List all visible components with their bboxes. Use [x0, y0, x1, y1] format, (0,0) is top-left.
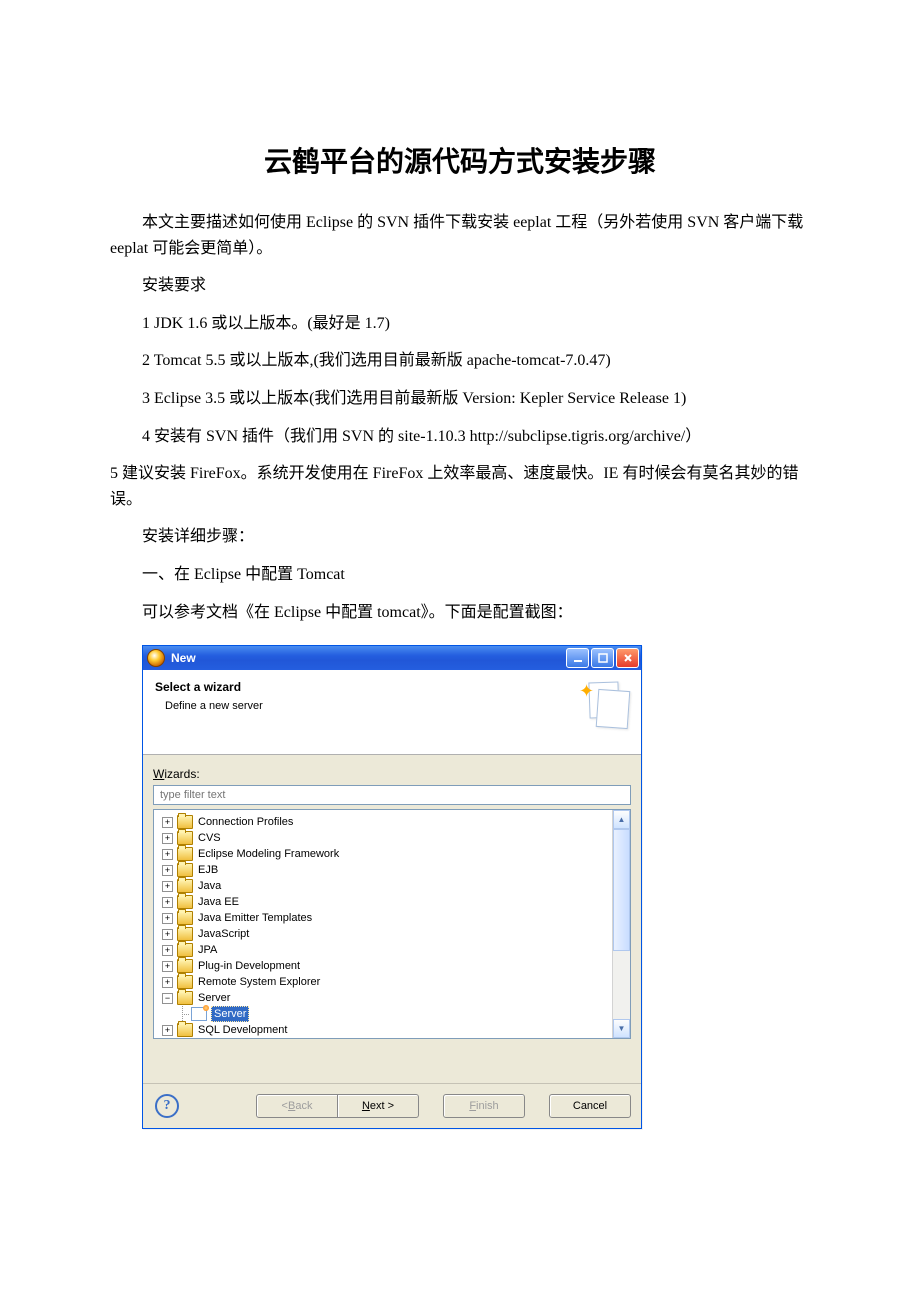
tree-folder-node[interactable]: + EJB [162, 862, 612, 878]
cancel-button[interactable]: Cancel [549, 1094, 631, 1118]
expand-icon[interactable]: + [162, 1025, 173, 1036]
tree-node-label: Java [197, 878, 222, 894]
app-icon [147, 649, 165, 667]
paragraph: 2 Tomcat 5.5 或以上版本,(我们选用目前最新版 apache-tom… [110, 348, 810, 374]
tree-folder-node[interactable]: − Server [162, 990, 612, 1006]
paragraph: 3 Eclipse 3.5 或以上版本(我们选用目前最新版 Version: K… [110, 386, 810, 412]
folder-icon [177, 831, 193, 845]
titlebar[interactable]: New [143, 646, 641, 670]
button-row: ? < Back Next > Finish Cancel [143, 1083, 641, 1128]
filter-input[interactable] [153, 785, 631, 805]
tree-folder-node[interactable]: + JPA [162, 942, 612, 958]
tree-folder-node[interactable]: + Java Emitter Templates [162, 910, 612, 926]
expand-icon[interactable]: + [162, 897, 173, 908]
paragraph: 一、在 Eclipse 中配置 Tomcat [110, 562, 810, 588]
tree-leaf-node[interactable]: Server [162, 1006, 612, 1022]
tree-folder-node[interactable]: + Java [162, 878, 612, 894]
expand-icon[interactable]: + [162, 865, 173, 876]
folder-icon [177, 943, 193, 957]
tree-node-label: Server [197, 990, 231, 1006]
tree-node-label: JavaScript [197, 926, 250, 942]
tree-node-label: Eclipse Modeling Framework [197, 846, 340, 862]
new-server-icon [191, 1007, 207, 1021]
paragraph: 4 安装有 SVN 插件（我们用 SVN 的 site-1.10.3 http:… [110, 424, 810, 450]
folder-icon [177, 911, 193, 925]
document-page: 云鹤平台的源代码方式安装步骤 本文主要描述如何使用 Eclipse 的 SVN … [0, 0, 920, 1209]
tree-line-icon [178, 1010, 187, 1019]
tree-folder-node[interactable]: + Eclipse Modeling Framework [162, 846, 612, 862]
paragraph: 1 JDK 1.6 或以上版本。(最好是 1.7) [110, 311, 810, 337]
scroll-up-button[interactable]: ▲ [613, 810, 630, 829]
folder-icon [177, 975, 193, 989]
paragraph: 本文主要描述如何使用 Eclipse 的 SVN 插件下载安装 eeplat 工… [110, 210, 810, 261]
tree-folder-node[interactable]: + SQL Development [162, 1022, 612, 1038]
wizard-tree[interactable]: + Connection Profiles + CVS + Eclipse Modelin… [154, 810, 612, 1038]
scrollbar[interactable]: ▲ ▼ [612, 810, 630, 1038]
document-title: 云鹤平台的源代码方式安装步骤 [110, 140, 810, 180]
wizards-label: Wizards: [153, 767, 631, 781]
expand-icon[interactable]: + [162, 913, 173, 924]
tree-node-label: Remote System Explorer [197, 974, 321, 990]
expand-icon[interactable]: + [162, 929, 173, 940]
wizard-body: Wizards: + Connection Profiles + CVS + Eclips… [143, 755, 641, 1083]
tree-node-label: Plug-in Development [197, 958, 301, 974]
wizard-dialog: New Select a wizard Define a new server [142, 645, 642, 1129]
paragraph: 安装要求 [110, 273, 810, 299]
tree-node-label: Connection Profiles [197, 814, 294, 830]
wizard-tree-wrap: + Connection Profiles + CVS + Eclipse Modelin… [153, 809, 631, 1039]
window-title: New [171, 651, 196, 665]
folder-icon [177, 879, 193, 893]
expand-icon[interactable]: + [162, 849, 173, 860]
expand-icon[interactable]: + [162, 977, 173, 988]
expand-icon[interactable]: + [162, 817, 173, 828]
expand-icon[interactable]: + [162, 881, 173, 892]
folder-icon [177, 847, 193, 861]
tree-node-label: EJB [197, 862, 219, 878]
folder-icon [177, 927, 193, 941]
tree-node-label: CVS [197, 830, 222, 846]
tree-folder-node[interactable]: + JavaScript [162, 926, 612, 942]
folder-icon [177, 863, 193, 877]
scroll-track[interactable] [613, 829, 630, 1019]
folder-icon [177, 815, 193, 829]
wizard-icon: ✦ [581, 678, 629, 726]
tree-folder-node[interactable]: + Java EE [162, 894, 612, 910]
tree-node-label: SQL Development [197, 1022, 288, 1038]
help-button[interactable]: ? [155, 1094, 179, 1118]
minimize-button[interactable] [566, 648, 589, 668]
tree-folder-node[interactable]: + Connection Profiles [162, 814, 612, 830]
tree-node-label: Java EE [197, 894, 240, 910]
next-button[interactable]: Next > [337, 1094, 419, 1118]
expand-icon[interactable]: + [162, 961, 173, 972]
folder-icon [177, 1023, 193, 1037]
folder-icon [177, 991, 193, 1005]
maximize-button[interactable] [591, 648, 614, 668]
folder-icon [177, 895, 193, 909]
tree-folder-node[interactable]: + Remote System Explorer [162, 974, 612, 990]
paragraph: 5 建议安装 FireFox。系统开发使用在 FireFox 上效率最高、速度最… [110, 461, 810, 512]
banner-subtitle: Define a new server [165, 700, 629, 712]
paragraph: 可以参考文档《在 Eclipse 中配置 tomcat》。下面是配置截图： [110, 600, 810, 626]
banner-title: Select a wizard [155, 680, 629, 694]
folder-icon [177, 959, 193, 973]
paragraph: 安装详细步骤： [110, 524, 810, 550]
scroll-thumb[interactable] [613, 829, 630, 951]
finish-button[interactable]: Finish [443, 1094, 525, 1118]
tree-folder-node[interactable]: + Plug-in Development [162, 958, 612, 974]
back-button[interactable]: < Back [256, 1094, 338, 1118]
close-button[interactable] [616, 648, 639, 668]
expand-icon[interactable]: + [162, 833, 173, 844]
tree-folder-node[interactable]: + CVS [162, 830, 612, 846]
scroll-down-button[interactable]: ▼ [613, 1019, 630, 1038]
collapse-icon[interactable]: − [162, 993, 173, 1004]
tree-node-label: Server [211, 1006, 249, 1022]
expand-icon[interactable]: + [162, 945, 173, 956]
wizard-banner: Select a wizard Define a new server ✦ [143, 670, 641, 755]
tree-node-label: JPA [197, 942, 218, 958]
tree-node-label: Java Emitter Templates [197, 910, 313, 926]
